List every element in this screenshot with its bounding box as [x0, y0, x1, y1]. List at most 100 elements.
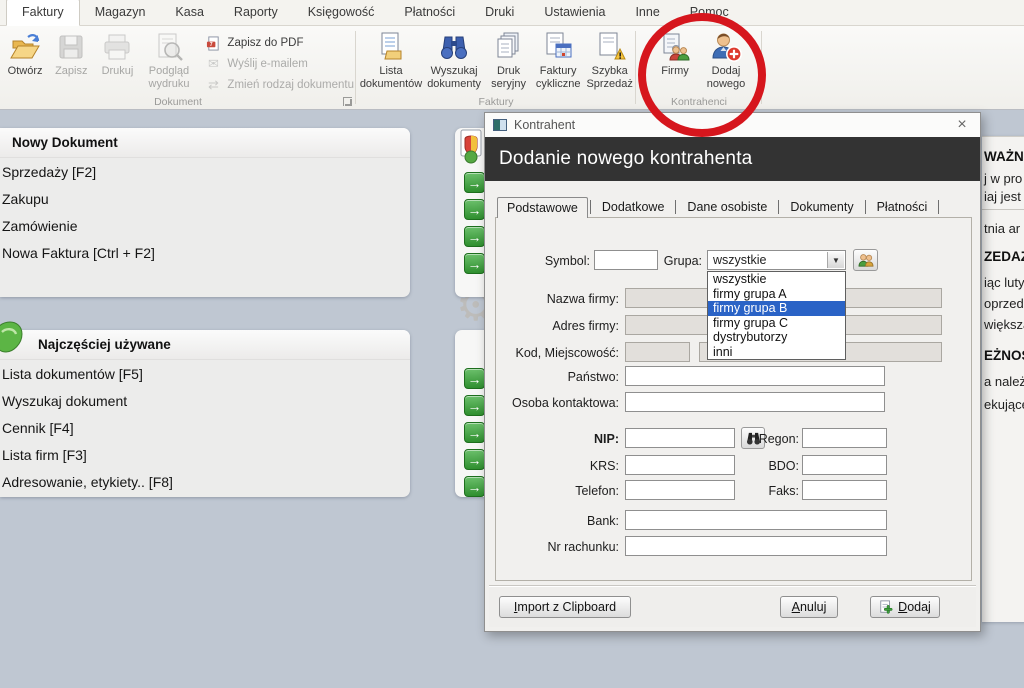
tab-magazyn[interactable]: Magazyn: [80, 0, 161, 25]
wyszukaj-dokumenty-button[interactable]: Wyszukaj dokumenty: [422, 28, 486, 94]
import-z-clipboard-button[interactable]: Import z Clipboard: [499, 596, 631, 618]
tab-inne[interactable]: Inne: [620, 0, 674, 25]
wyslij-email-button[interactable]: ✉ Wyślij e-mailem: [205, 56, 354, 72]
telefon-input[interactable]: [625, 480, 735, 500]
dodaj-nowego-button[interactable]: Dodaj nowego: [700, 28, 752, 94]
dropdown-option-firmy-grupa-a[interactable]: firmy grupa A: [708, 287, 845, 302]
go-arrow-icon[interactable]: →: [464, 368, 485, 389]
symbol-input[interactable]: [594, 250, 658, 270]
go-arrow-icon[interactable]: →: [464, 476, 485, 497]
tab-ustawienia[interactable]: Ustawienia: [529, 0, 620, 25]
tab-pomoc[interactable]: Pomoc: [675, 0, 744, 25]
kontrahent-dialog: Kontrahent × Dodanie nowego kontrahenta …: [484, 112, 981, 632]
divider: [982, 209, 1024, 210]
szybka-sprzedaz-label: Szybka Sprzedaż: [585, 65, 634, 90]
dialog-titlebar[interactable]: Kontrahent ×: [485, 113, 980, 137]
menu-item-lista-dokumentow[interactable]: Lista dokumentów [F5]: [0, 360, 410, 387]
go-arrow-icon[interactable]: →: [464, 226, 485, 247]
grupa-combobox[interactable]: wszystkie ▼: [707, 250, 846, 270]
tab-ksiegowosc[interactable]: Księgowość: [293, 0, 390, 25]
menu-item-wyszukaj-dokument[interactable]: Wyszukaj dokument: [0, 387, 410, 414]
tab-kasa[interactable]: Kasa: [160, 0, 219, 25]
tab-dane-osobiste[interactable]: Dane osobiste: [678, 197, 776, 218]
tab-platnosci[interactable]: Płatności: [389, 0, 470, 25]
nr-rachunku-input[interactable]: [625, 536, 887, 556]
tab-podstawowe[interactable]: Podstawowe: [497, 197, 588, 218]
swap-arrows-icon: ⇄: [205, 77, 221, 93]
dropdown-option-firmy-grupa-b[interactable]: firmy grupa B: [708, 301, 845, 316]
go-arrow-icon[interactable]: →: [464, 253, 485, 274]
symbol-label: Symbol:: [504, 254, 590, 268]
dropdown-option-wszystkie[interactable]: wszystkie: [708, 272, 845, 287]
dropdown-option-dystrybutorzy[interactable]: dystrybutorzy: [708, 330, 845, 345]
dodaj-label: Dodaj: [898, 600, 931, 614]
go-arrow-icon[interactable]: →: [464, 422, 485, 443]
nip-input[interactable]: [625, 428, 735, 448]
right-info-panel-clipped: WAŻNE j w pro iaj jest tnia ar ZEDAŻ iąc…: [982, 136, 1024, 622]
drukuj-label: Drukuj: [102, 65, 134, 78]
open-folder-icon: [9, 31, 41, 63]
firmy-label: Firmy: [661, 65, 689, 78]
panel-nowy-dokument: Nowy Dokument Sprzedaży [F2] Zakupu Zamó…: [0, 128, 410, 297]
panel-najczesciej-title: Najczęściej używane: [38, 337, 171, 352]
info-fragment: ZEDAŻ: [984, 249, 1024, 264]
info-fragment: j w pro: [984, 171, 1022, 186]
anuluj-button[interactable]: Anuluj: [780, 596, 838, 618]
go-arrow-icon[interactable]: →: [464, 172, 485, 193]
bank-input[interactable]: [625, 510, 887, 530]
people-pair-icon: [857, 253, 875, 267]
go-arrow-icon[interactable]: →: [464, 199, 485, 220]
panel-nowy-dokument-header: Nowy Dokument: [0, 128, 410, 158]
kod-input[interactable]: [625, 342, 690, 362]
go-arrow-icon[interactable]: →: [464, 395, 485, 416]
faks-input[interactable]: [802, 480, 887, 500]
dropdown-option-inni[interactable]: inni: [708, 345, 845, 360]
drukuj-button[interactable]: Drukuj: [94, 28, 140, 94]
menu-item-sprzedazy[interactable]: Sprzedaży [F2]: [0, 158, 410, 185]
select-group-people-button[interactable]: [853, 249, 878, 271]
tab-separator: [675, 200, 676, 214]
lista-dokumentow-button[interactable]: Lista dokumentów: [360, 28, 422, 94]
podglad-wydruku-button[interactable]: Podgląd wydruku: [141, 28, 198, 94]
menu-item-nowa-faktura[interactable]: Nowa Faktura [Ctrl + F2]: [0, 239, 410, 266]
krs-input[interactable]: [625, 455, 735, 475]
dropdown-option-firmy-grupa-c[interactable]: firmy grupa C: [708, 316, 845, 331]
wyszukaj-dokumenty-label: Wyszukaj dokumenty: [422, 65, 486, 90]
go-arrow-icon[interactable]: →: [464, 449, 485, 470]
wyslij-email-label: Wyślij e-mailem: [227, 58, 307, 70]
panstwo-input[interactable]: [625, 366, 885, 386]
zapisz-do-pdf-button[interactable]: 7 Zapisz do PDF: [205, 35, 354, 51]
dodaj-button[interactable]: Dodaj: [870, 596, 940, 618]
tab-druki[interactable]: Druki: [470, 0, 529, 25]
zmien-rodzaj-button[interactable]: ⇄ Zmień rodzaj dokumentu: [205, 77, 354, 93]
szybka-sprzedaz-button[interactable]: Szybka Sprzedaż: [585, 28, 634, 94]
tab-raporty[interactable]: Raporty: [219, 0, 293, 25]
tab-faktury[interactable]: Faktury: [6, 0, 80, 26]
krs-label: KRS:: [504, 459, 619, 473]
panel-najczesciej-header: Najczęściej używane: [0, 330, 410, 360]
tab-platnosci-dlg[interactable]: Płatności: [868, 197, 937, 218]
tab-dokumenty[interactable]: Dokumenty: [781, 197, 862, 218]
firmy-button[interactable]: Firmy: [650, 28, 700, 94]
faktury-cykliczne-button[interactable]: Faktury cykliczne: [531, 28, 585, 94]
menu-item-zakupu[interactable]: Zakupu: [0, 185, 410, 212]
info-fragment: ekujące: [984, 397, 1024, 412]
dialog-header-band: Dodanie nowego kontrahenta: [485, 137, 980, 181]
menu-item-zamowienie[interactable]: Zamówienie: [0, 212, 410, 239]
menu-item-lista-firm[interactable]: Lista firm [F3]: [0, 441, 410, 468]
dialog-launcher-icon[interactable]: [343, 97, 352, 106]
osoba-kontaktowa-input[interactable]: [625, 392, 885, 412]
close-icon[interactable]: ×: [952, 115, 972, 135]
faktury-cykliczne-label: Faktury cykliczne: [531, 65, 585, 90]
menu-item-adresowanie[interactable]: Adresowanie, etykiety.. [F8]: [0, 468, 410, 495]
chevron-down-icon[interactable]: ▼: [827, 252, 844, 268]
zapisz-button[interactable]: Zapisz: [48, 28, 94, 94]
druk-seryjny-button[interactable]: Druk seryjny: [486, 28, 531, 94]
bdo-input[interactable]: [802, 455, 887, 475]
otworz-button[interactable]: Otwórz: [2, 28, 48, 94]
menu-item-cennik[interactable]: Cennik [F4]: [0, 414, 410, 441]
dialog-header-title: Dodanie nowego kontrahenta: [499, 148, 752, 170]
tab-dodatkowe[interactable]: Dodatkowe: [593, 197, 674, 218]
dialog-button-bar: Import z Clipboard Anuluj Dodaj: [489, 585, 976, 627]
regon-input[interactable]: [802, 428, 887, 448]
